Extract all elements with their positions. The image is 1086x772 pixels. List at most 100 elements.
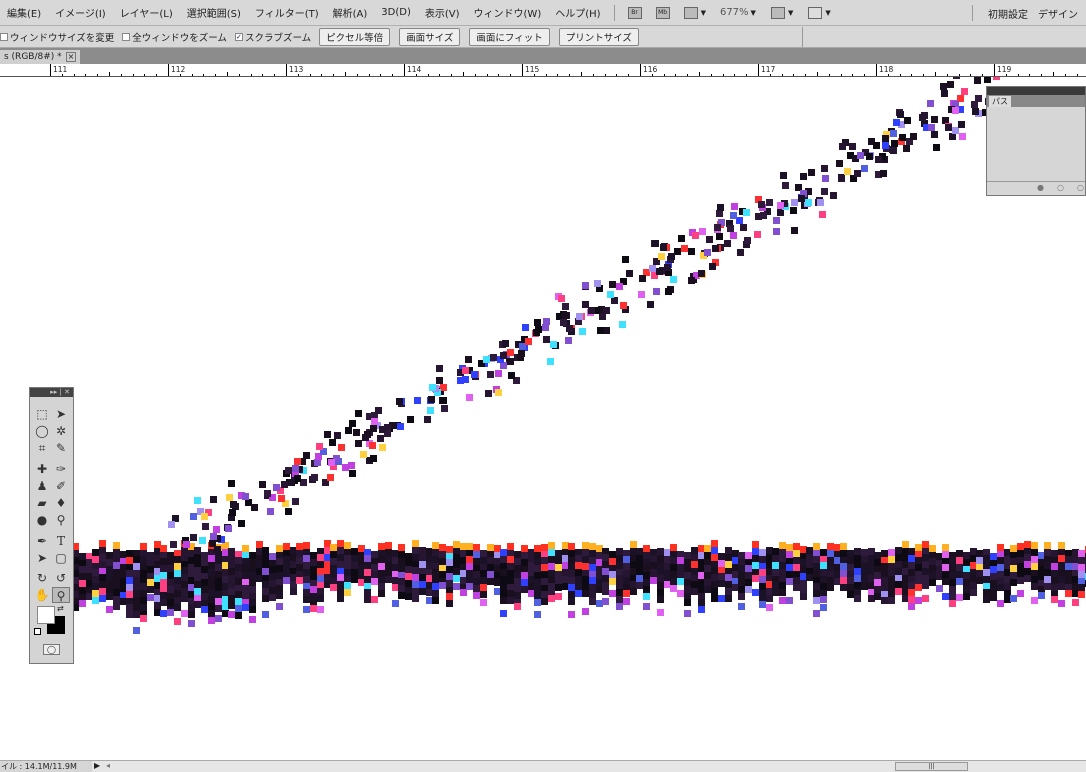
image-pixel <box>840 584 847 591</box>
image-pixel <box>439 571 446 578</box>
image-pixel <box>691 554 698 561</box>
image-pixel <box>636 582 643 589</box>
image-pixel <box>351 562 358 569</box>
close-icon[interactable]: × <box>65 52 77 62</box>
fill-screen-button[interactable]: 画面にフィット <box>469 27 550 46</box>
image-pixel <box>170 541 177 548</box>
horizontal-scrollbar-thumb[interactable]: ||| <box>895 762 968 771</box>
actual-pixels-button[interactable]: ピクセル等倍 <box>319 27 391 46</box>
image-pixel <box>242 545 249 552</box>
screen-mode-icon[interactable] <box>808 6 823 19</box>
image-pixel <box>888 556 895 563</box>
chevron-down-icon[interactable]: ▼ <box>701 9 706 17</box>
menu-layer[interactable]: レイヤー(L) <box>113 5 180 20</box>
panel-header[interactable]: ▸▸ | ✕ <box>30 388 73 397</box>
image-pixel <box>167 565 174 572</box>
image-pixel <box>609 281 616 288</box>
fill-path-icon[interactable]: ● <box>1037 183 1044 192</box>
move-tool-icon[interactable]: ➤ <box>52 406 70 422</box>
image-canvas[interactable] <box>0 77 1086 760</box>
fit-screen-button[interactable]: 画面サイズ <box>399 27 461 46</box>
image-pixel <box>330 584 337 591</box>
default-colors-icon[interactable] <box>34 628 41 635</box>
dodge-tool-icon[interactable]: ⚲ <box>52 512 70 528</box>
path-selection-icon[interactable]: ➤ <box>33 550 51 566</box>
scroll-left-arrow[interactable]: ◂ <box>106 761 110 770</box>
brush-tool-icon[interactable]: ✑ <box>52 461 70 477</box>
menu-analysis[interactable]: 解析(A) <box>326 5 375 20</box>
paint-bucket-icon[interactable]: ♦ <box>52 495 70 511</box>
image-pixel <box>548 556 555 563</box>
pen-tool-icon[interactable]: ✒ <box>33 533 51 549</box>
image-pixel <box>453 547 460 554</box>
shape-tool-icon[interactable]: ▢ <box>52 550 70 566</box>
image-pixel <box>317 568 324 575</box>
3d-rotate-icon[interactable]: ↻ <box>33 570 51 586</box>
menu-view[interactable]: 表示(V) <box>418 5 467 20</box>
image-pixel <box>167 579 174 586</box>
menu-edit[interactable]: 編集(E) <box>0 5 48 20</box>
menu-window[interactable]: ウィンドウ(W) <box>467 5 549 20</box>
zoom-tool-icon[interactable]: ⚲ <box>52 587 70 603</box>
load-selection-icon[interactable]: ○ <box>1077 183 1084 192</box>
document-tab[interactable]: s (RGB/8#) * × <box>0 50 81 64</box>
resize-windows-checkbox[interactable]: ウィンドウサイズを変更 <box>0 30 114 44</box>
image-pixel <box>201 606 208 613</box>
zoom-level[interactable]: 677% <box>720 7 749 18</box>
type-tool-icon[interactable]: T <box>52 533 70 549</box>
hand-tool-icon[interactable]: ✋ <box>33 587 51 603</box>
eraser-icon[interactable]: ▰ <box>33 495 51 511</box>
blur-tool-icon[interactable]: ● <box>33 512 51 528</box>
print-size-button[interactable]: プリントサイズ <box>558 27 639 46</box>
image-pixel <box>436 365 443 372</box>
marquee-tool-icon[interactable]: ⬚ <box>33 406 51 422</box>
image-pixel <box>881 584 888 591</box>
image-pixel <box>664 563 671 570</box>
image-pixel <box>256 568 263 575</box>
swap-colors-icon[interactable]: ⇄ <box>57 604 64 613</box>
menu-select[interactable]: 選択範囲(S) <box>180 5 248 20</box>
stroke-path-icon[interactable]: ○ <box>1057 183 1064 192</box>
ruler-label: 119 <box>997 65 1012 74</box>
workspace-default[interactable]: 初期設定 <box>983 6 1033 21</box>
image-pixel <box>684 610 691 617</box>
chevron-down-icon[interactable]: ▼ <box>788 9 793 17</box>
tab-paths[interactable]: パス <box>989 96 1011 107</box>
menu-filter[interactable]: フィルター(T) <box>248 5 326 20</box>
magic-wand-icon[interactable]: ✲ <box>52 423 70 439</box>
healing-brush-icon[interactable]: ✚ <box>33 461 51 477</box>
image-pixel <box>521 559 528 566</box>
image-pixel <box>895 588 902 595</box>
menu-help[interactable]: ヘルプ(H) <box>548 5 607 20</box>
clone-stamp-icon[interactable]: ♟ <box>33 478 51 494</box>
panel-header[interactable] <box>987 87 1085 95</box>
image-pixel <box>1010 558 1017 565</box>
workspace-design[interactable]: デザイン <box>1033 6 1083 21</box>
image-pixel <box>820 549 827 556</box>
menu-image[interactable]: イメージ(I) <box>48 5 113 20</box>
image-pixel <box>314 459 321 466</box>
3d-orbit-icon[interactable]: ↺ <box>52 570 70 586</box>
zoom-all-checkbox[interactable]: 全ウィンドウをズーム <box>122 30 227 44</box>
foreground-color-swatch[interactable] <box>37 606 55 624</box>
arrange-documents-icon[interactable] <box>770 6 785 19</box>
menu-3d[interactable]: 3D(D) <box>374 7 418 18</box>
image-pixel <box>725 561 732 568</box>
chevron-down-icon[interactable]: ▼ <box>825 9 830 17</box>
image-pixel <box>840 543 847 550</box>
lasso-tool-icon[interactable]: ◯ <box>33 423 51 439</box>
eyedropper-icon[interactable]: ✎ <box>52 440 70 456</box>
bridge-button[interactable]: Br <box>627 6 642 19</box>
image-pixel <box>208 562 215 569</box>
quick-mask-icon[interactable]: ◯ <box>43 644 60 655</box>
chevron-down-icon[interactable]: ▼ <box>751 9 756 17</box>
history-brush-icon[interactable]: ✐ <box>52 478 70 494</box>
image-pixel <box>548 595 555 602</box>
crop-tool-icon[interactable]: ⌗ <box>33 440 51 456</box>
view-extras-icon[interactable] <box>683 6 698 19</box>
image-pixel <box>521 552 528 559</box>
scrubby-zoom-checkbox[interactable]: ✓ スクラブズーム <box>234 30 311 44</box>
image-pixel <box>568 564 575 571</box>
minibridge-button[interactable]: Mb <box>655 6 670 19</box>
status-menu-arrow[interactable]: ▶ <box>94 761 100 770</box>
